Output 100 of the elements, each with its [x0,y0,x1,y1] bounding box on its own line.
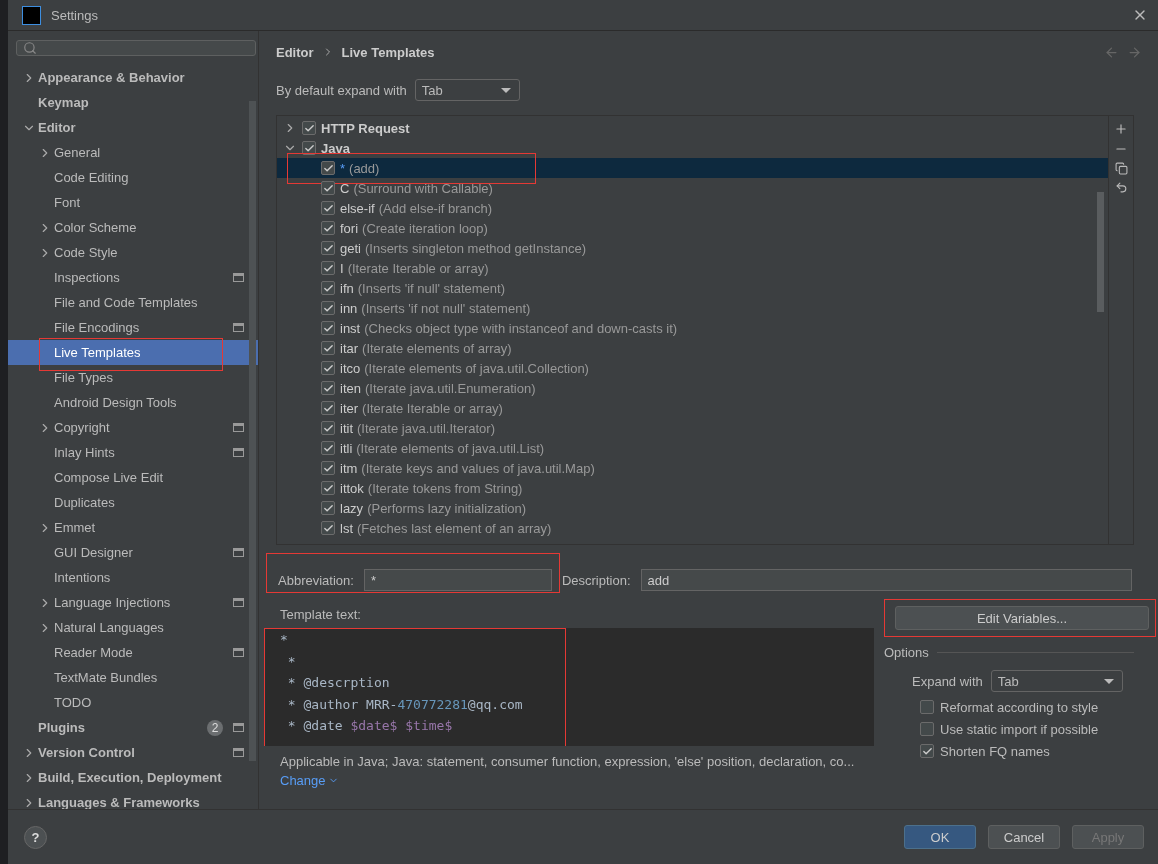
checkbox[interactable] [321,421,335,435]
dialog-button[interactable]: OK [904,825,976,849]
search-icon [23,41,37,55]
checkbox-label[interactable]: Reformat according to style [940,699,1099,715]
help-button[interactable]: ? [24,825,47,849]
template-row[interactable]: fori (Create iteration loop) [277,218,1108,238]
checkbox[interactable] [321,281,335,295]
sidebar-item[interactable]: Copyright [8,415,258,440]
sidebar-item[interactable]: Android Design Tools [8,390,258,415]
description-field[interactable]: add [640,569,1132,591]
change-link[interactable]: Change [264,773,339,788]
checkbox[interactable] [321,301,335,315]
checkbox[interactable] [920,722,934,736]
template-row[interactable]: else-if (Add else-if branch) [277,198,1108,218]
sidebar-item[interactable]: Color Scheme [8,215,258,240]
checkbox[interactable] [321,321,335,335]
checkbox[interactable] [302,121,316,135]
copy-icon[interactable] [1114,162,1128,175]
sidebar-item[interactable]: Duplicates [8,490,258,515]
template-row[interactable]: ittok (Iterate tokens from String) [277,478,1108,498]
template-row[interactable]: itar (Iterate elements of array) [277,338,1108,358]
template-row[interactable]: inn (Inserts 'if not null' statement) [277,298,1108,318]
sidebar-item[interactable]: Emmet [8,515,258,540]
sidebar-item[interactable]: Build, Execution, Deployment [8,765,258,790]
template-row[interactable]: itm (Iterate keys and values of java.util.Map) [277,458,1108,478]
dialog-button[interactable]: Cancel [988,825,1060,849]
sidebar-item[interactable]: File and Code Templates [8,290,258,315]
section-title: Options [884,645,929,660]
sidebar-item[interactable]: Intentions [8,565,258,590]
template-row[interactable]: iten (Iterate java.util.Enumeration) [277,378,1108,398]
checkbox[interactable] [321,221,335,235]
checkbox[interactable] [321,381,335,395]
checkbox[interactable] [321,161,335,175]
sidebar-item[interactable]: Code Editing [8,165,258,190]
template-row[interactable]: lazy (Performs lazy initialization) [277,498,1108,518]
sidebar-item[interactable]: Compose Live Edit [8,465,258,490]
checkbox[interactable] [321,501,335,515]
code-line: * [280,632,289,649]
checkbox[interactable] [920,700,934,714]
template-row[interactable]: itli (Iterate elements of java.util.List) [277,438,1108,458]
sidebar-item[interactable]: TODO [8,690,258,715]
sidebar-item[interactable]: File Encodings [8,315,258,340]
app-logo-icon [22,5,41,25]
sidebar-item[interactable]: GUI Designer [8,540,258,565]
template-group-row[interactable]: HTTP Request [277,118,1108,138]
sidebar-item[interactable]: Font [8,190,258,215]
code-line: * @descrption [286,675,391,692]
checkbox[interactable] [321,261,335,275]
code-editor[interactable]: * * * @descrption * @author MRR-470772281@qq.com * @date $date$ $time$ [264,628,874,746]
sidebar-item[interactable]: Code Style [8,240,258,265]
sidebar-item[interactable]: Natural Languages [8,615,258,640]
sidebar-item[interactable]: Editor [8,115,258,140]
code-line: * @author MRR-470772281@qq.com [286,696,524,714]
template-group-row[interactable]: Java [277,138,1108,158]
sidebar-item[interactable]: Reader Mode [8,640,258,665]
template-row[interactable]: inst (Checks object type with instanceof and down-casts it) [277,318,1108,338]
checkbox[interactable] [321,341,335,355]
template-row[interactable]: geti (Inserts singleton method getInstance) [277,238,1108,258]
sidebar-item[interactable]: File Types [8,365,258,390]
template-row[interactable]: ifn (Inserts 'if null' statement) [277,278,1108,298]
sidebar-item[interactable]: TextMate Bundles [8,665,258,690]
checkbox[interactable] [321,461,335,475]
sidebar-item[interactable]: Inspections [8,265,258,290]
sidebar-item[interactable]: Language Injections [8,590,258,615]
checkbox[interactable] [321,361,335,375]
dropdown[interactable]: Tab [990,670,1123,692]
checkbox[interactable] [321,241,335,255]
count-badge: 2 [207,719,223,736]
window-title: Settings [51,7,99,23]
checkbox[interactable] [321,181,335,195]
sidebar-item[interactable]: Keymap [8,90,258,115]
checkbox-label[interactable]: Shorten FQ names [940,743,1050,759]
template-row[interactable]: C (Surround with Callable) [277,178,1108,198]
search-field[interactable] [16,40,256,56]
sidebar-item[interactable]: Languages & Frameworks [8,790,258,809]
sidebar-item[interactable]: General [8,140,258,165]
template-row[interactable]: itit (Iterate java.util.Iterator) [277,418,1108,438]
checkbox[interactable] [321,441,335,455]
field-label: Template text: [279,606,362,624]
template-row[interactable]: itco (Iterate elements of java.util.Collection) [277,358,1108,378]
abbreviation-field[interactable]: * [363,569,552,591]
undo-icon[interactable] [1114,181,1128,194]
checkbox[interactable] [920,744,934,758]
sidebar-item[interactable]: Live Templates [8,340,258,365]
template-row[interactable]: iter (Iterate Iterable or array) [277,398,1108,418]
sidebar-item[interactable]: Version Control [8,740,258,765]
template-row[interactable]: lst (Fetches last element of an array) [277,518,1108,538]
checkbox[interactable] [321,481,335,495]
sidebar-item[interactable]: Plugins 2 [8,715,258,740]
checkbox[interactable] [321,521,335,535]
template-row[interactable]: I (Iterate Iterable or array) [277,258,1108,278]
checkbox[interactable] [321,401,335,415]
sidebar-item[interactable]: Appearance & Behavior [8,65,258,90]
add-icon[interactable] [1114,122,1128,136]
checkbox-label[interactable]: Use static import if possible [940,721,1099,737]
checkbox[interactable] [321,201,335,215]
edit-variables-button[interactable]: Edit Variables... [895,606,1149,630]
sidebar-item[interactable]: Inlay Hints [8,440,258,465]
dropdown[interactable]: Tab [414,79,520,101]
template-row[interactable]: * (add) [277,158,1108,178]
